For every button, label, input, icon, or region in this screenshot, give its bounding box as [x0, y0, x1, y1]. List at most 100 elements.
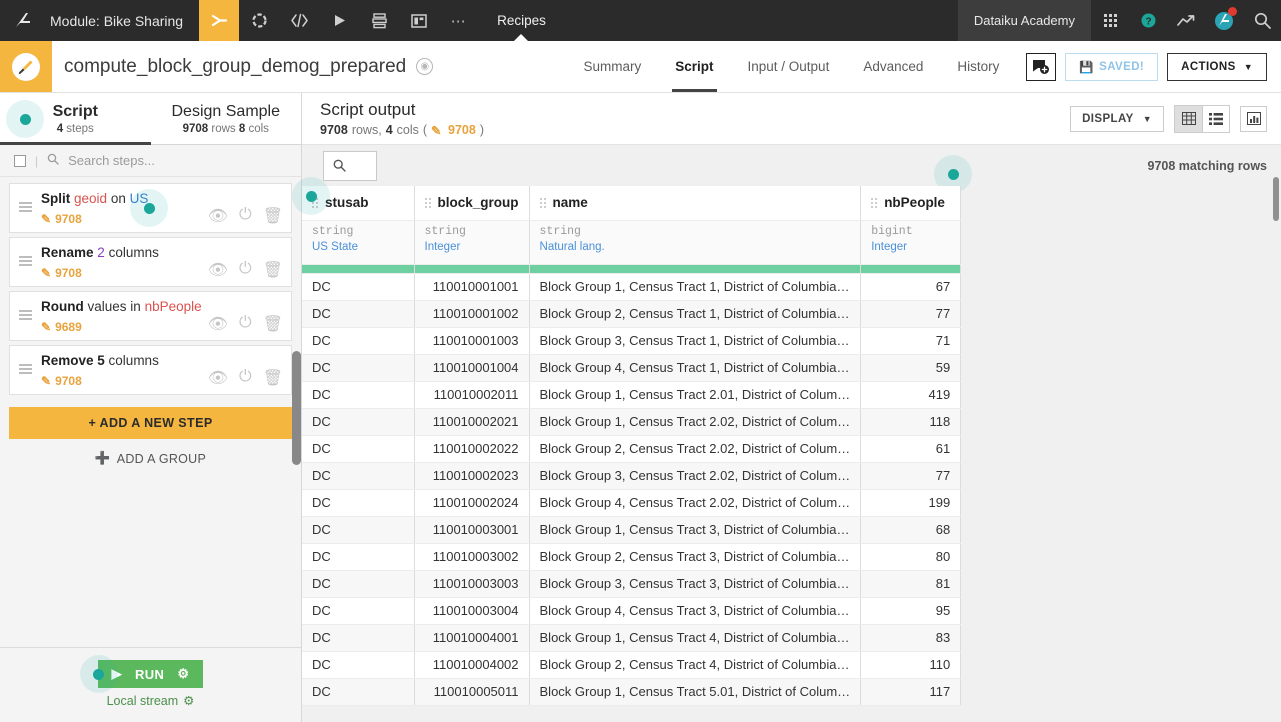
tab-script[interactable]: Script	[658, 41, 730, 92]
drag-handle-icon[interactable]	[19, 353, 32, 388]
left-panel-spacer	[0, 466, 301, 647]
power-toggle-icon[interactable]: ⏻	[239, 206, 252, 226]
list-view-icon[interactable]	[1202, 105, 1229, 132]
step-item[interactable]: Round values in nbPeople ✎ 9689 👁 ⏻ 🗑	[9, 291, 292, 341]
table-row[interactable]: DC 110010003002 Block Group 2, Census Trac…	[302, 543, 962, 571]
column-meta-stusab[interactable]: string US State	[302, 220, 415, 265]
dataiku-academy-link[interactable]: Dataiku Academy	[957, 0, 1091, 41]
select-all-steps-checkbox[interactable]	[14, 154, 26, 167]
step-item[interactable]: Remove 5 columns ✎ 9708 👁 ⏻ 🗑	[9, 345, 292, 395]
table-zone: 9708 matching rows stusab block_group na…	[292, 145, 1281, 722]
table-row[interactable]: DC 110010001002 Block Group 2, Census Trac…	[302, 300, 962, 328]
table-cell: DC	[302, 516, 415, 544]
steps-scrollbar-thumb[interactable]	[292, 351, 301, 465]
table-row[interactable]: DC 110010002011 Block Group 1, Census Trac…	[302, 381, 962, 409]
table-row[interactable]: DC 110010003001 Block Group 1, Census Trac…	[302, 516, 962, 544]
tab-design-sample[interactable]: Design Sample 9708 rows 8 cols	[151, 93, 302, 144]
column-meta-block-group[interactable]: string Integer	[414, 220, 530, 265]
column-header-name[interactable]: name	[529, 186, 862, 221]
table-cell: 110010004001	[414, 624, 530, 652]
more-ellipsis-icon[interactable]: ⋯	[439, 0, 479, 41]
steps-search-bar: | Search steps...	[0, 145, 301, 177]
tab-script-steps[interactable]: Script 4 steps	[0, 93, 151, 145]
trash-delete-icon[interactable]: 🗑	[263, 368, 283, 388]
recipe-header: compute_block_group_demog_prepared ◉ Sum…	[0, 41, 1281, 93]
power-toggle-icon[interactable]: ⏻	[239, 260, 252, 280]
table-cell: Block Group 4, Census Tract 3, District …	[529, 597, 862, 625]
step-count-value: 9708	[55, 212, 82, 226]
add-group-button[interactable]: ➕ ADD A GROUP	[0, 451, 301, 466]
column-header-nbpeople[interactable]: nbPeople	[860, 186, 962, 221]
tab-input-output[interactable]: Input / Output	[731, 41, 847, 92]
search-steps-input[interactable]: Search steps...	[68, 153, 155, 168]
trend-activity-icon[interactable]	[1167, 0, 1205, 41]
tab-history[interactable]: History	[940, 41, 1016, 92]
project-name-label[interactable]: Module: Bike Sharing	[46, 0, 199, 41]
table-cell: Block Group 4, Census Tract 1, District …	[529, 354, 862, 382]
column-meta-name[interactable]: string Natural lang.	[529, 220, 862, 265]
step-item[interactable]: Rename 2 columns ✎ 9708 👁 ⏻ 🗑	[9, 237, 292, 287]
table-row[interactable]: DC 110010004002 Block Group 2, Census Trac…	[302, 651, 962, 679]
drag-handle-icon[interactable]	[19, 191, 32, 226]
trash-delete-icon[interactable]: 🗑	[263, 206, 283, 226]
recipe-status-circle-icon[interactable]: ◉	[416, 58, 434, 75]
saved-button[interactable]: 💾 SAVED!	[1065, 52, 1159, 81]
dataiku-logo-icon[interactable]	[0, 0, 46, 41]
chart-bar-icon[interactable]	[1240, 105, 1267, 132]
eye-preview-icon[interactable]: 👁	[208, 314, 228, 334]
power-toggle-icon[interactable]: ⏻	[239, 368, 252, 388]
step-item[interactable]: Split geoid on US ✎ 9708 👁 ⏻ 🗑	[9, 183, 292, 233]
table-body: DC 110010001001 Block Group 1, Census Trac…	[302, 273, 962, 706]
user-avatar-icon[interactable]	[1205, 0, 1243, 41]
run-play-icon[interactable]	[319, 0, 359, 41]
display-dropdown-button[interactable]: DISPLAY ▼	[1070, 105, 1164, 132]
apps-grid-icon[interactable]	[1091, 0, 1129, 41]
table-cell: 117	[860, 678, 962, 706]
code-icon[interactable]	[279, 0, 319, 41]
tab-summary[interactable]: Summary	[566, 41, 658, 92]
table-row[interactable]: DC 110010004001 Block Group 1, Census Trac…	[302, 624, 962, 652]
table-row[interactable]: DC 110010003004 Block Group 4, Census Trac…	[302, 597, 962, 625]
flow-icon[interactable]	[199, 0, 240, 41]
power-toggle-icon[interactable]: ⏻	[239, 314, 252, 334]
recipes-menu-item[interactable]: Recipes	[479, 0, 564, 41]
help-question-icon[interactable]: ?	[1129, 0, 1167, 41]
settings-gear-icon[interactable]	[239, 0, 279, 41]
drag-handle-icon[interactable]	[19, 299, 32, 334]
drag-handle-icon[interactable]	[19, 245, 32, 280]
table-row[interactable]: DC 110010002021 Block Group 1, Census Trac…	[302, 408, 962, 436]
dashboard-icon[interactable]	[399, 0, 439, 41]
column-meta-nbpeople[interactable]: bigint Integer	[860, 220, 962, 265]
column-header-block-group[interactable]: block_group	[414, 186, 530, 221]
table-row[interactable]: DC 110010002022 Block Group 2, Census Trac…	[302, 435, 962, 463]
add-new-step-button[interactable]: + ADD A NEW STEP	[9, 407, 292, 439]
eye-preview-icon[interactable]: 👁	[208, 260, 228, 280]
table-row[interactable]: DC 110010002023 Block Group 3, Census Trac…	[302, 462, 962, 490]
step-actions: 👁 ⏻ 🗑	[208, 206, 283, 226]
table-row[interactable]: DC 110010005011 Block Group 1, Census Trac…	[302, 678, 962, 706]
table-row[interactable]: DC 110010002024 Block Group 4, Census Trac…	[302, 489, 962, 517]
engine-selector[interactable]: Local stream ⚙	[107, 693, 195, 709]
table-row[interactable]: DC 110010001001 Block Group 1, Census Trac…	[302, 273, 962, 301]
jobs-icon[interactable]	[359, 0, 399, 41]
table-cell: Block Group 3, Census Tract 3, District …	[529, 570, 862, 598]
eye-preview-icon[interactable]: 👁	[208, 368, 228, 388]
column-header-stusab[interactable]: stusab	[302, 186, 415, 221]
table-search-input[interactable]	[323, 150, 377, 181]
table-row[interactable]: DC 110010001003 Block Group 3, Census Trac…	[302, 327, 962, 355]
table-row[interactable]: DC 110010001004 Block Group 4, Census Trac…	[302, 354, 962, 382]
eye-preview-icon[interactable]: 👁	[208, 206, 228, 226]
table-cell: 67	[860, 273, 962, 301]
step-title: Split geoid on US	[41, 191, 282, 206]
table-row[interactable]: DC 110010003003 Block Group 3, Census Trac…	[302, 570, 962, 598]
run-button[interactable]: ▶ RUN ⚙	[97, 660, 204, 688]
table-grid-icon[interactable]	[1175, 105, 1202, 132]
search-icon[interactable]	[1243, 0, 1281, 41]
discussions-chat-icon[interactable]	[1026, 52, 1057, 81]
actions-button[interactable]: ACTIONS ▼	[1167, 52, 1267, 81]
tab-advanced[interactable]: Advanced	[846, 41, 940, 92]
trash-delete-icon[interactable]: 🗑	[263, 260, 283, 280]
trash-delete-icon[interactable]: 🗑	[263, 314, 283, 334]
run-settings-gear-icon[interactable]: ⚙	[177, 666, 189, 682]
output-scrollbar-thumb[interactable]	[1273, 177, 1279, 221]
